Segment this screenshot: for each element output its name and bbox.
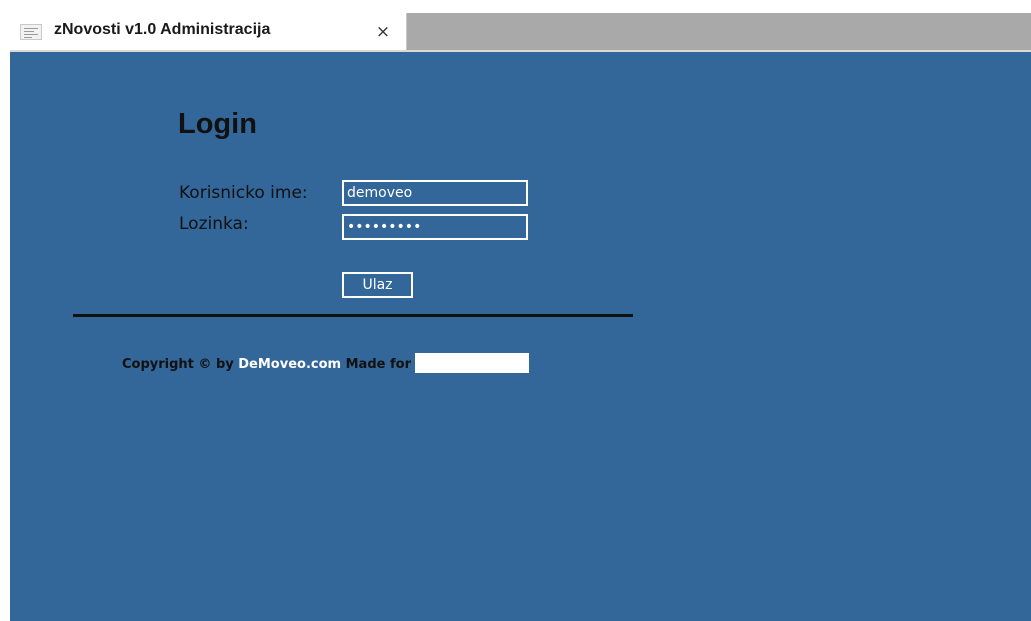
browser-window: zNovosti v1.0 Administracija × Login Kor… bbox=[0, 0, 1031, 621]
username-label: Korisnicko ime: bbox=[179, 183, 308, 203]
page-thumbnail-icon bbox=[20, 24, 42, 40]
page-title: Login bbox=[178, 108, 257, 140]
page-content: Login Korisnicko ime: Lozinka: Ulaz Copy… bbox=[10, 52, 1031, 621]
browser-tab[interactable]: zNovosti v1.0 Administracija × bbox=[10, 13, 407, 50]
login-button[interactable]: Ulaz bbox=[342, 272, 413, 298]
tab-title: zNovosti v1.0 Administracija bbox=[54, 21, 271, 38]
password-label: Lozinka: bbox=[179, 214, 249, 234]
close-icon[interactable]: × bbox=[370, 19, 396, 45]
tab-strip: zNovosti v1.0 Administracija × bbox=[10, 13, 1031, 52]
client-name-box bbox=[414, 353, 529, 373]
copyright-text: Copyright © by bbox=[122, 357, 234, 372]
demoveo-link[interactable]: DeMoveo.com bbox=[238, 357, 341, 372]
username-input[interactable] bbox=[342, 180, 528, 206]
made-for-text: Made for bbox=[345, 357, 411, 372]
password-input[interactable] bbox=[342, 214, 528, 240]
divider bbox=[73, 314, 633, 317]
copyright-footer: Copyright © by DeMoveo.com Made for bbox=[122, 353, 529, 373]
